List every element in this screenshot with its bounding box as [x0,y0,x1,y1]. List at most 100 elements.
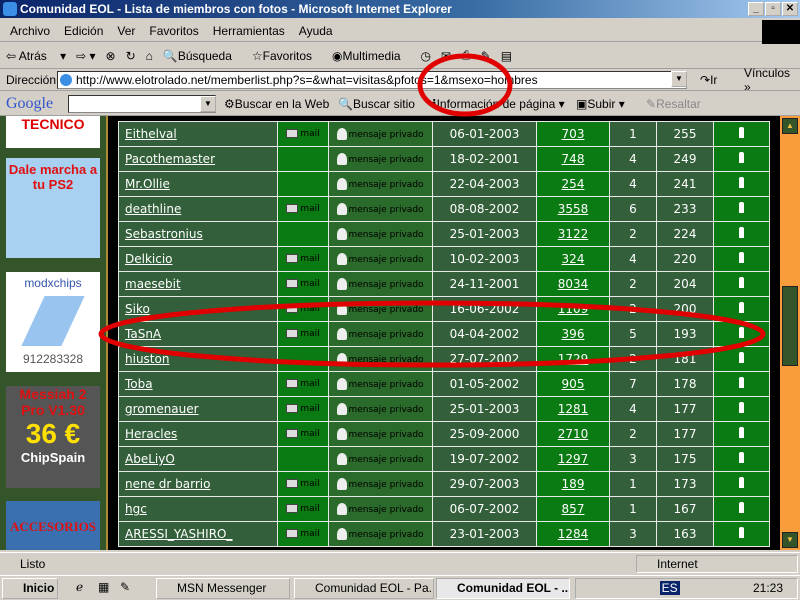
google-search-input[interactable] [68,95,216,113]
menu-item[interactable]: Favoritos [149,24,198,38]
posts-link[interactable]: 2710 [558,427,589,441]
address-dropdown[interactable]: ▼ [671,71,687,87]
posts-link[interactable]: 396 [562,327,585,341]
google-dropdown[interactable]: ▼ [200,96,216,112]
mail-button[interactable]: mail [286,479,320,489]
start-button[interactable]: Inicio [2,578,58,599]
posts-link[interactable]: 254 [562,177,585,191]
member-link[interactable]: maesebit [125,277,181,291]
history-icon[interactable]: ◷ [421,49,431,63]
member-link[interactable]: ARESSI_YASHIRO_ [125,527,232,541]
language-indicator[interactable]: ES [659,581,680,595]
pm-button[interactable]: mensaje privado [337,203,424,215]
posts-link[interactable]: 324 [562,252,585,266]
mail-button[interactable]: mail [286,279,320,289]
pm-button[interactable]: mensaje privado [337,528,424,540]
maximize-button[interactable]: ▫ [765,2,781,16]
posts-link[interactable]: 3558 [558,202,589,216]
pm-button[interactable]: mensaje privado [337,253,424,265]
scroll-up-button[interactable]: ▲ [782,118,798,134]
pm-button[interactable]: mensaje privado [337,503,424,515]
pm-button[interactable]: mensaje privado [337,478,424,490]
pm-button[interactable]: mensaje privado [337,228,424,240]
posts-link[interactable]: 1729 [558,352,589,366]
posts-link[interactable]: 857 [562,502,585,516]
menu-item[interactable]: Edición [64,24,103,38]
mail-button[interactable]: mail [286,204,320,214]
menu-item[interactable]: Ver [117,24,135,38]
pm-button[interactable]: mensaje privado [337,453,424,465]
search-site-button[interactable]: 🔍Buscar sitio [338,97,415,111]
edit-icon[interactable]: ✎ [481,49,491,63]
address-input[interactable]: http://www.elotrolado.net/memberlist.php… [57,71,687,89]
pm-button[interactable]: mensaje privado [337,128,424,140]
scroll-thumb[interactable] [782,286,798,366]
pm-button[interactable]: mensaje privado [337,153,424,165]
member-link[interactable]: Mr.Ollie [125,177,170,191]
back-button[interactable]: ⇦ Atrás ▾ [6,49,66,63]
discuss-icon[interactable]: ▤ [501,49,512,63]
highlight-button[interactable]: ✎Resaltar [646,97,701,111]
pm-button[interactable]: mensaje privado [337,403,424,415]
page-info-button[interactable]: ℹInformación de página ▾ [432,97,565,111]
member-link[interactable]: nene dr barrio [125,477,210,491]
member-link[interactable]: TaSnA [125,327,161,341]
posts-link[interactable]: 3122 [558,227,589,241]
pm-button[interactable]: mensaje privado [337,178,424,190]
minimize-button[interactable]: _ [748,2,764,16]
google-logo[interactable]: Google [6,95,53,113]
posts-link[interactable]: 748 [562,152,585,166]
mail-button[interactable]: mail [286,304,320,314]
posts-link[interactable]: 905 [562,377,585,391]
mail-icon[interactable]: ✉ [441,49,451,63]
pm-button[interactable]: mensaje privado [337,303,424,315]
ad-tecnico[interactable]: TECNICO [6,116,100,148]
mail-button[interactable]: mail [286,504,320,514]
member-link[interactable]: Pacothemaster [125,152,215,166]
close-button[interactable]: ✕ [782,2,798,16]
menu-item[interactable]: Herramientas [213,24,285,38]
favorites-button[interactable]: ☆Favoritos [252,49,322,63]
ad-modxchips[interactable]: modxchips 912283328 [6,272,100,372]
posts-link[interactable]: 703 [562,127,585,141]
home-icon[interactable]: ⌂ [146,49,153,63]
pm-button[interactable]: mensaje privado [337,428,424,440]
posts-link[interactable]: 189 [562,477,585,491]
pm-button[interactable]: mensaje privado [337,378,424,390]
member-link[interactable]: Delkicio [125,252,173,266]
member-link[interactable]: hiuston [125,352,169,366]
media-button[interactable]: ◉Multimedia [332,49,411,63]
posts-link[interactable]: 1284 [558,527,589,541]
up-button[interactable]: ▣Subir ▾ [576,97,625,111]
member-link[interactable]: Sebastronius [125,227,203,241]
mail-button[interactable]: mail [286,529,320,539]
pm-button[interactable]: mensaje privado [337,278,424,290]
taskbar-item-eol-2[interactable]: Comunidad EOL - ... [436,578,570,599]
ad-accesorios[interactable]: ACCESORIOS [6,501,100,550]
mail-button[interactable]: mail [286,404,320,414]
ad-ps2[interactable]: Dale marcha a tu PS2 [6,158,100,258]
print-icon[interactable]: ⎙ [461,48,471,63]
posts-link[interactable]: 1109 [558,302,589,316]
ad-messiah[interactable]: Messiah 2 Pro V1.30 36 € ChipSpain [6,386,100,488]
posts-link[interactable]: 1297 [558,452,589,466]
member-link[interactable]: deathline [125,202,181,216]
mail-button[interactable]: mail [286,254,320,264]
member-link[interactable]: Eithelval [125,127,177,141]
member-link[interactable]: hgc [125,502,147,516]
mail-button[interactable]: mail [286,379,320,389]
mail-button[interactable]: mail [286,429,320,439]
pm-button[interactable]: mensaje privado [337,328,424,340]
vertical-scrollbar[interactable]: ▲ ▼ [780,116,800,550]
posts-link[interactable]: 1281 [558,402,589,416]
quicklaunch-notepad-icon[interactable]: ✎ [120,580,130,594]
stop-icon[interactable]: ⊗ [106,49,116,63]
taskbar-item-eol-1[interactable]: Comunidad EOL - Pa... [294,578,434,599]
taskbar-item-msn[interactable]: MSN Messenger [156,578,290,599]
member-link[interactable]: Toba [125,377,153,391]
menu-item[interactable]: Ayuda [299,24,333,38]
mail-button[interactable]: mail [286,329,320,339]
forward-button[interactable]: ⇨ ▾ [76,49,95,63]
member-link[interactable]: gromenauer [125,402,199,416]
member-link[interactable]: Heracles [125,427,177,441]
